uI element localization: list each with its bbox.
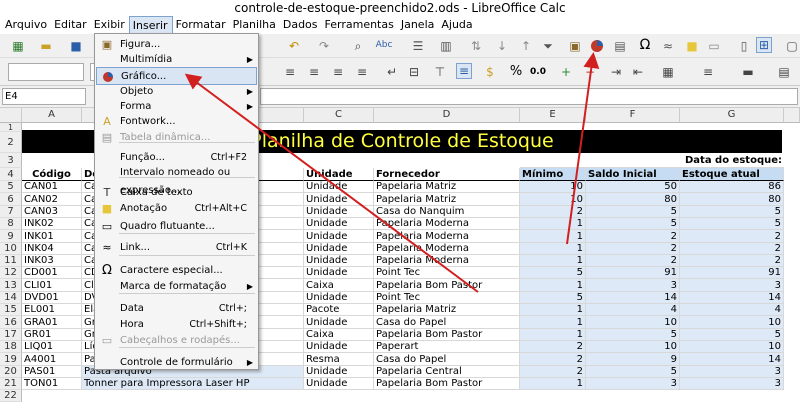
annotation-arrow-to-menu [184,73,479,293]
annotation-arrow-to-toolbar [566,52,600,245]
annotation-overlay [184,52,600,293]
